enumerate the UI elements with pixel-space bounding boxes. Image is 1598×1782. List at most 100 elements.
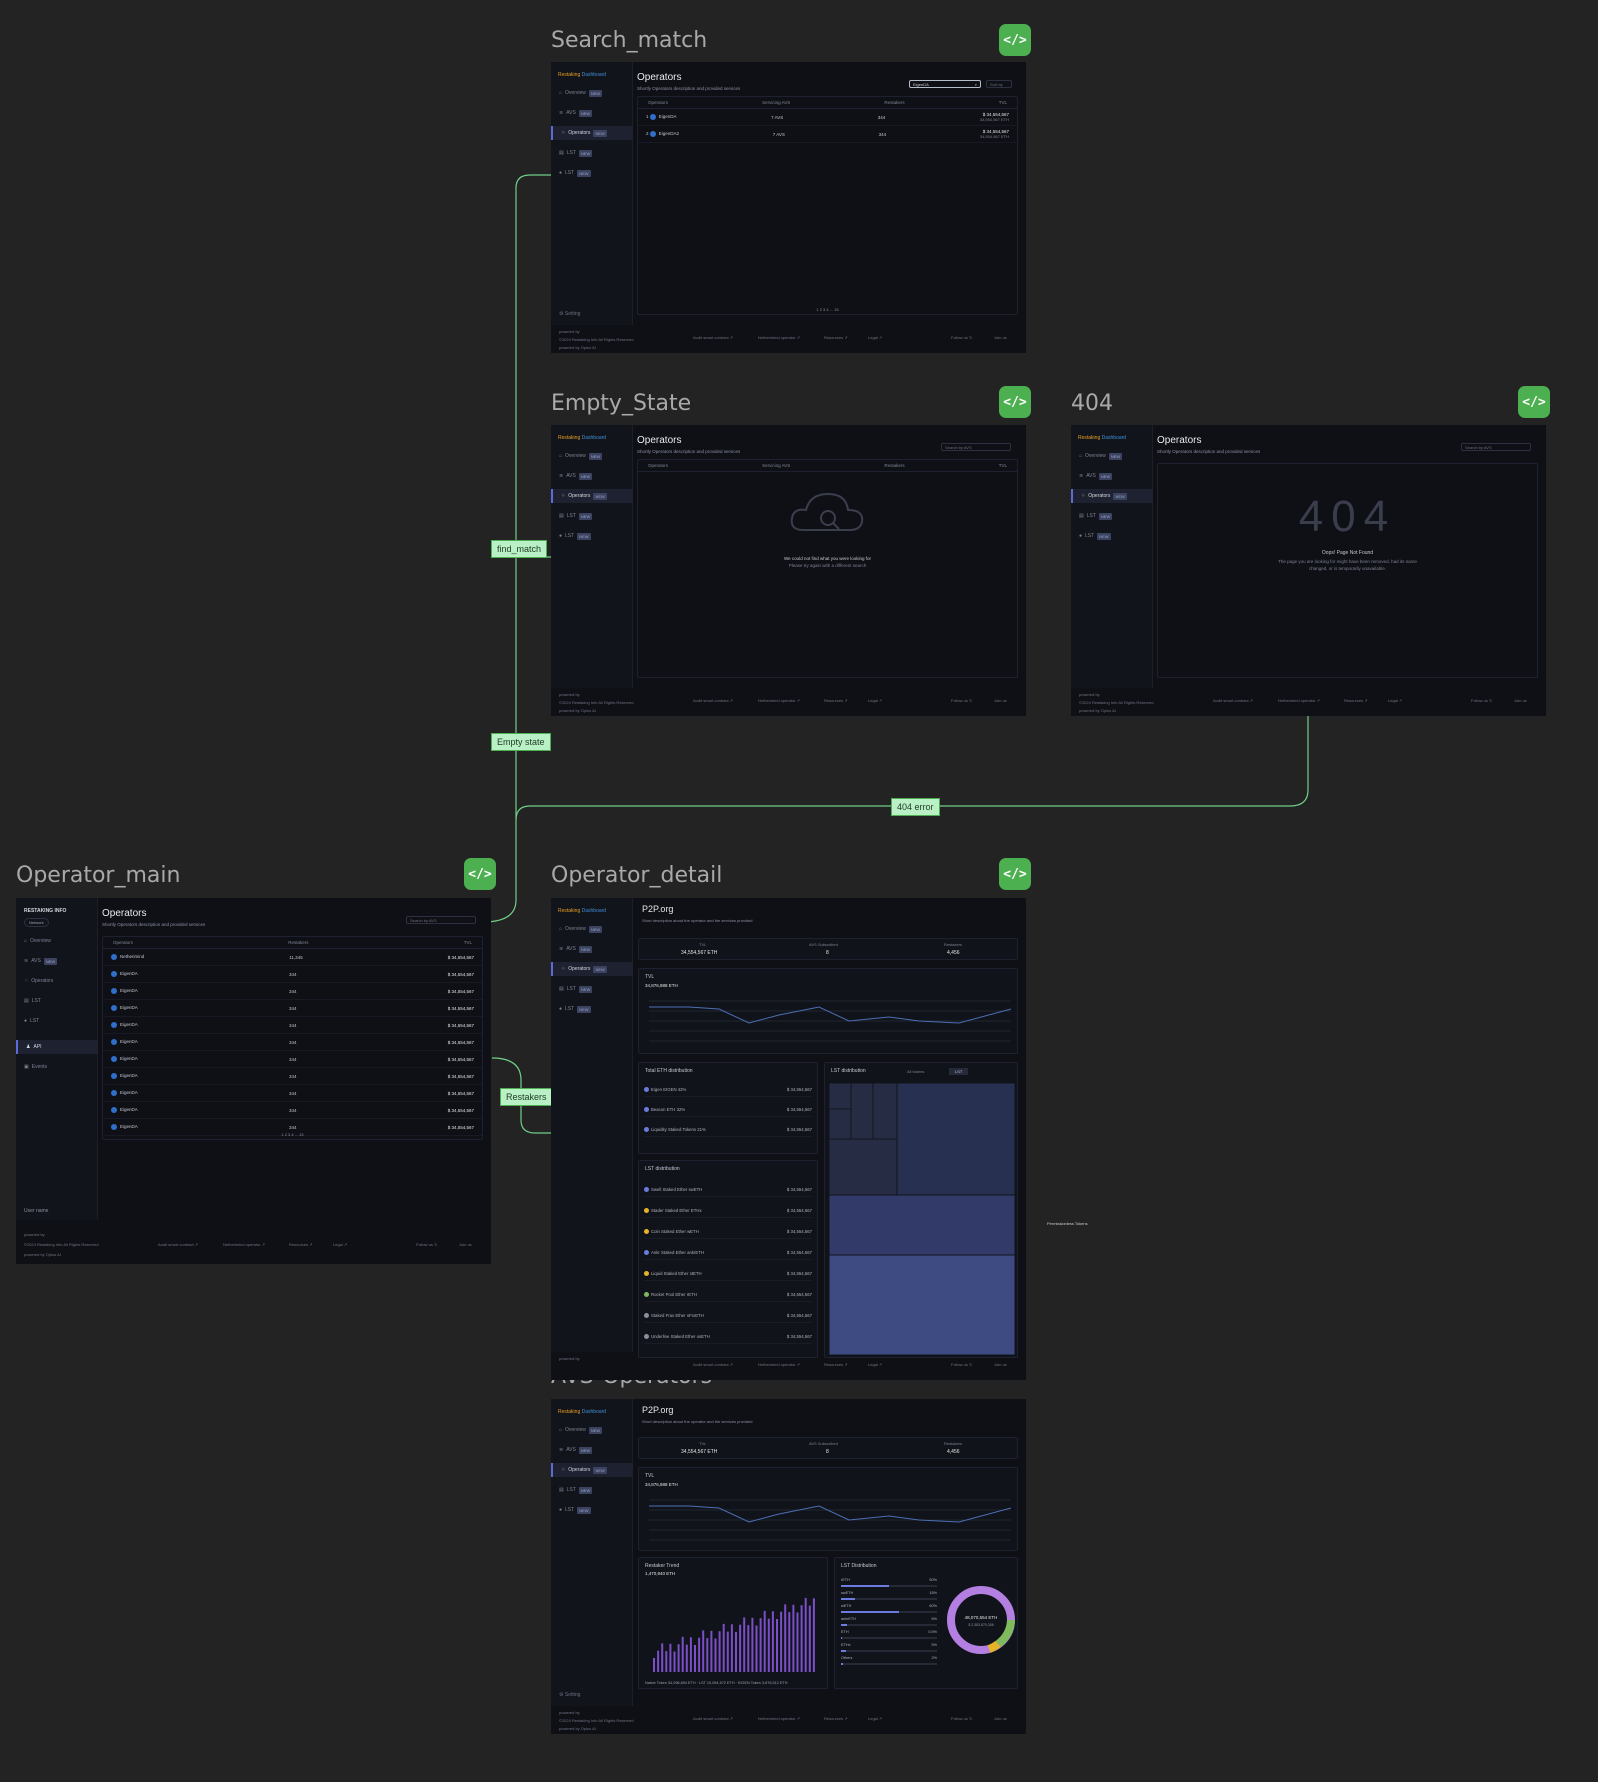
pagination[interactable]: 1 2 3 4 ... 15 [638,307,1017,312]
nav-lst-2[interactable]: ● LST [16,1014,98,1028]
trend-bar [808,1605,811,1672]
nav-avs[interactable]: ≋ AVS NEW [16,954,98,968]
pagination[interactable]: 1 2 3 4 ... 15 [103,1132,482,1137]
trend-bar [792,1604,795,1672]
follow-link[interactable]: Follow us 𝕏 [951,335,972,340]
lst-dist-row: Staked Frax Ether sFrxETH $ 34,554,567 [644,1309,812,1323]
sort-button[interactable]: Sort by [986,80,1012,88]
lst-dist-row: Rocket Pool Ether rETH $ 34,554,567 [644,1288,812,1302]
footer: powered by ©2024 Restaking Info All Right… [559,692,1007,713]
nav-operators[interactable]: ⁘ Operators [16,974,98,988]
nav-avs[interactable]: ≋ AVS NEW [551,106,633,120]
avatar [111,1005,117,1011]
nav-setting[interactable]: ⚙ Setting [559,311,580,317]
trend-bar [694,1645,696,1672]
nav-avs[interactable]: ≋ AVS NEW [1071,469,1153,483]
nav-overview[interactable]: ⌂ Overview NEW [551,1423,633,1437]
join-link[interactable]: Join us [994,335,1007,340]
nav-api[interactable]: ♟ API [16,1040,98,1054]
code-icon[interactable]: </> [999,24,1031,56]
table-row[interactable]: EigenDA 344 $ 34,554,567 [103,1085,482,1102]
nav-lst-2[interactable]: ● LST NEW [551,1002,633,1016]
nav-lst[interactable]: ▤ LST NEW [551,982,633,996]
nav-lst-2[interactable]: ● LST NEW [551,1503,633,1517]
nav-operators[interactable]: ⁘ Operators NEW [1071,489,1153,503]
side-note: Permissionless Tokens [1047,1221,1088,1226]
nav-lst[interactable]: ▤ LST NEW [551,146,633,160]
user-name[interactable]: User name [24,1208,48,1214]
nav-overview[interactable]: ⌂ Overview NEW [551,86,633,100]
nav-avs[interactable]: ≋ AVS NEW [551,469,633,483]
code-icon[interactable]: </> [999,386,1031,418]
trend-bar [669,1643,672,1672]
code-icon[interactable]: </> [999,858,1031,890]
sidebar: Restaking Dashboard ⌂ Overview NEW ≋ AVS NEW… [551,898,633,1352]
avs-operators-frame: Restaking Dashboard ⌂ Overview NEW ≋ AVS NEW… [551,1399,1026,1734]
operator-main-frame: RESTAKING INFO Network ⌂ Overview ≋ AVS NEW… [16,898,491,1264]
table-row[interactable]: EigenDA 344 $ 34,554,567 [103,1068,482,1085]
not-found-panel: 404 Oops! Page Not Found The page you ar… [1157,463,1538,678]
code-icon[interactable]: </> [464,858,496,890]
trend-bar [677,1644,680,1672]
legal-link[interactable]: Legal ↗ [868,335,882,340]
nav-lst[interactable]: ▤ LST [16,994,98,1008]
table-row[interactable]: 2 EigenDA2 7 AVS 344 $ 34,554,567 34,554,567… [638,126,1017,143]
nav-overview[interactable]: ⌂ Overview NEW [551,449,633,463]
page-subtitle: Shortly Operators description and provid… [1157,449,1261,454]
nav-lst-2[interactable]: ● LST NEW [1071,529,1153,543]
nav-overview[interactable]: ⌂ Overview NEW [551,922,633,936]
trend-bar [739,1624,742,1672]
table-row[interactable]: Netherimind 11,345 $ 34,554,567 [103,949,482,966]
lst-dist-item: ankrETH 6% [841,1617,937,1630]
trend-bar [804,1597,807,1672]
search-input[interactable]: Search by AVS [1461,443,1531,451]
nav-overview[interactable]: ⌂ Overview NEW [1071,449,1153,463]
code-icon[interactable]: </> [1518,386,1550,418]
network-select[interactable]: Network [24,918,49,927]
empty-state-frame: Restaking Dashboard ⌂ Overview NEW ≋ AVS NEW… [551,425,1026,716]
nav-lst-2[interactable]: ● LST NEW [551,529,633,543]
grid-icon: ⁘ [561,130,566,136]
nav-operators[interactable]: ⁘ Operators NEW [551,962,633,976]
nav-operators[interactable]: ⁘ Operators NEW [551,126,633,140]
brand-dashboard: Dashboard [581,72,607,78]
nav-operators[interactable]: ⁘ Operators NEW [551,489,633,503]
table-row[interactable]: EigenDA 344 $ 34,554,567 [103,1017,482,1034]
nav-events[interactable]: ▣ Events [16,1060,98,1074]
avatar [111,1124,117,1130]
coin-icon: ● [559,170,563,176]
search-input[interactable]: EigenDA ⌕ [909,80,981,88]
table-row[interactable]: 1 EigenDA 7 AVS 344 $ 34,554,567 34,554,567 … [638,109,1017,126]
table-row[interactable]: EigenDA 344 $ 34,554,567 [103,1034,482,1051]
nav-setting[interactable]: ⚙ Setting [559,1692,580,1698]
lst-distribution-card: LST Distribution rETH 50% swETH 15% wETH 60% a… [834,1557,1018,1689]
search-input[interactable]: Search by AVS [941,443,1011,451]
nav-operators[interactable]: ⁘ Operators NEW [551,1463,633,1477]
lst-dist-item: Others 2% [841,1656,937,1669]
nav-overview[interactable]: ⌂ Overview [16,934,98,948]
nav-lst[interactable]: ▤ LST NEW [1071,509,1153,523]
avatar [111,971,117,977]
audit-link[interactable]: Audit smart contract ↗ [693,335,733,340]
trend-bar [702,1630,705,1672]
nav-lst[interactable]: ▤ LST NEW [551,1483,633,1497]
network-link[interactable]: Netherimind operator ↗ [758,335,800,340]
nav-lst-2[interactable]: ● LST NEW [551,166,633,180]
footer: powered by ©2024 Restaking Info All Right… [1079,692,1527,713]
resources-link[interactable]: Resources ↗ [824,335,848,340]
lst-dist-row: Liquid Staked Ether stETH $ 34,554,567 [644,1267,812,1281]
trend-bar [673,1651,676,1672]
avatar [649,131,656,137]
search-input[interactable]: Search by AVS [406,916,476,924]
table-row[interactable]: EigenDA 344 $ 34,554,567 [103,1051,482,1068]
table-row[interactable]: EigenDA 344 $ 34,554,567 [103,966,482,983]
brand: RESTAKING INFO [24,908,67,914]
table-row[interactable]: EigenDA 344 $ 34,554,567 [103,983,482,1000]
table-row[interactable]: EigenDA 344 $ 34,554,567 [103,1102,482,1119]
nav-lst[interactable]: ▤ LST NEW [551,509,633,523]
table-row[interactable]: EigenDA 344 $ 34,554,567 [103,1000,482,1017]
nav-avs[interactable]: ≋ AVS NEW [551,942,633,956]
avatar [111,954,117,960]
nav-avs[interactable]: ≋ AVS NEW [551,1443,633,1457]
lst-dist-row: Underline Staked Ether osETH $ 34,554,567 [644,1330,812,1344]
